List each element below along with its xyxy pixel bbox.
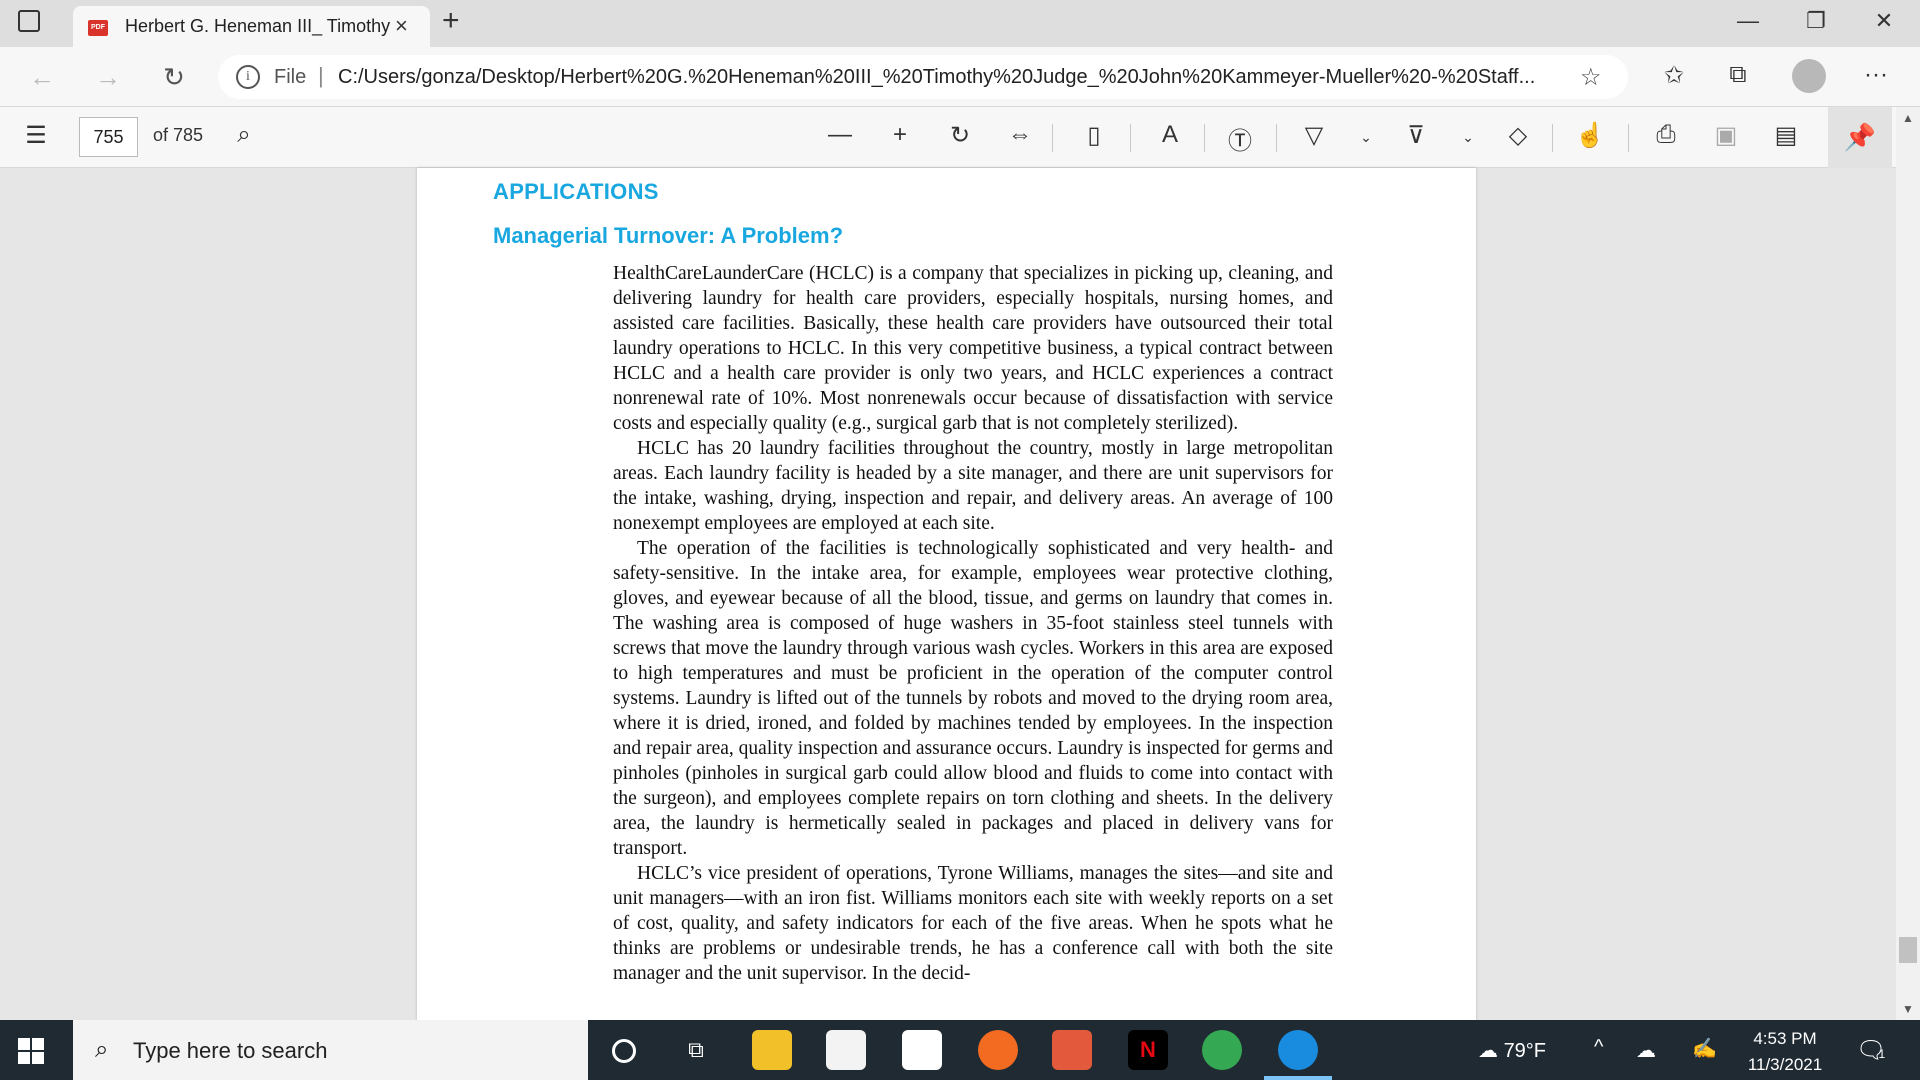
show-hidden-icons-icon[interactable]: ^ [1594, 1036, 1603, 1059]
find-icon[interactable]: ⌕ [224, 121, 264, 149]
notepad-icon[interactable] [902, 1030, 942, 1070]
fit-width-icon[interactable]: ⇔ [1000, 121, 1040, 149]
highlight-icon[interactable]: ⊽ [1396, 121, 1436, 150]
taskbar-search-box[interactable]: ⌕ Type here to search [73, 1020, 588, 1080]
pin-toolbar-icon[interactable]: 📌 [1828, 107, 1892, 168]
notification-count: 1 [1878, 1047, 1886, 1061]
forward-button[interactable]: → [90, 59, 126, 95]
case-title: Managerial Turnover: A Problem? [493, 223, 844, 248]
app-icon[interactable] [1052, 1030, 1092, 1070]
rotate-icon[interactable]: ↻ [940, 121, 980, 150]
toolbar-divider [1552, 124, 1553, 152]
vertical-scrollbar[interactable]: ▲ ▼ [1896, 107, 1920, 1020]
tab-title: Herbert G. Heneman III_ Timothy [125, 16, 391, 36]
zoom-in-icon[interactable]: + [880, 121, 920, 149]
save-as-icon[interactable]: ▤ [1766, 121, 1806, 150]
time: 4:53 PM [1753, 1029, 1817, 1048]
refresh-button[interactable]: ↻ [156, 59, 192, 95]
task-view-icon[interactable]: ⧉ [676, 1030, 716, 1070]
url-scheme: File [274, 66, 307, 88]
contents-icon[interactable]: ☰ [16, 121, 56, 150]
draw-icon[interactable]: ▽ [1294, 121, 1334, 150]
url-text[interactable]: C:/Users/gonza/Desktop/Herbert%20G.%20He… [338, 66, 1535, 89]
scroll-up-icon[interactable]: ▲ [1902, 111, 1914, 125]
address-bar-row: ← → ↻ i File | C:/Users/gonza/Desktop/He… [0, 47, 1920, 107]
toolbar-divider [1276, 124, 1277, 152]
read-aloud-icon[interactable]: A [1150, 121, 1190, 149]
scroll-thumb[interactable] [1899, 937, 1917, 963]
windows-start-icon[interactable] [18, 1038, 44, 1064]
page-view-icon[interactable]: ▯ [1074, 121, 1114, 150]
pdf-page: APPLICATIONS Managerial Turnover: A Prob… [417, 168, 1476, 1020]
erase-icon[interactable]: ◇ [1498, 121, 1538, 150]
store-icon[interactable] [826, 1030, 866, 1070]
weather-temp: 79°F [1503, 1040, 1547, 1062]
url-separator: | [318, 63, 324, 88]
netflix-icon[interactable]: N [1128, 1030, 1168, 1070]
case-body: HealthCareLaunderCare (HCLC) is a compan… [613, 261, 1333, 986]
pdf-icon: PDF [88, 20, 108, 36]
restore-button[interactable]: ❐ [1796, 8, 1836, 34]
active-app-indicator [1264, 1076, 1332, 1080]
favorites-icon[interactable]: ✩ [1656, 61, 1692, 90]
page-count: of 785 [153, 125, 204, 145]
page-number-input[interactable]: 755 [79, 117, 138, 157]
draw-options-chevron-icon[interactable]: ⌄ [1346, 129, 1386, 146]
weather-widget[interactable]: ☁ 79°F [1478, 1038, 1546, 1063]
back-button[interactable]: ← [24, 59, 60, 95]
date: 11/3/2021 [1747, 1055, 1823, 1074]
more-menu-icon[interactable]: ··· [1858, 61, 1894, 89]
taskbar: ⌕ Type here to search ⧉ N ☁ 79°F ^ ☁ ✍ 4… [0, 1020, 1920, 1080]
highlight-options-chevron-icon[interactable]: ⌄ [1448, 129, 1488, 146]
add-text-icon[interactable]: Ⓣ [1220, 121, 1260, 156]
toolbar-divider [1130, 124, 1131, 152]
zoom-out-icon[interactable]: — [820, 121, 860, 149]
add-favorite-icon[interactable]: ☆ [1580, 63, 1602, 92]
brave-icon[interactable] [978, 1030, 1018, 1070]
tab-close-button[interactable]: × [395, 13, 408, 39]
scroll-down-icon[interactable]: ▼ [1902, 1002, 1914, 1016]
tab-strip: PDF Herbert G. Heneman III_ Timothy × + … [0, 0, 1920, 47]
toolbar-divider [1052, 124, 1053, 152]
paragraph: HealthCareLaunderCare (HCLC) is a compan… [613, 263, 1333, 434]
paragraph: HCLC has 20 laundry facilities throughou… [613, 438, 1333, 534]
pdf-viewer: APPLICATIONS Managerial Turnover: A Prob… [0, 168, 1920, 1020]
new-tab-button[interactable]: + [442, 4, 460, 38]
clock[interactable]: 4:53 PM 11/3/2021 [1730, 1026, 1840, 1078]
profile-avatar[interactable] [1792, 59, 1826, 93]
search-icon: ⌕ [95, 1036, 109, 1063]
address-bar[interactable]: i File | C:/Users/gonza/Desktop/Herbert%… [218, 55, 1628, 99]
close-window-button[interactable]: ✕ [1864, 8, 1904, 34]
tab-pdf-document[interactable]: PDF Herbert G. Heneman III_ Timothy × [73, 6, 430, 47]
pen-icon[interactable]: ✍ [1692, 1036, 1717, 1061]
toolbar-divider [1204, 124, 1205, 152]
tab-actions-icon[interactable] [18, 10, 40, 32]
cortana-icon[interactable] [604, 1030, 644, 1070]
print-icon[interactable]: ⎙ [1646, 121, 1686, 149]
pdf-toolbar: ☰ 755 of 785 ⌕ — + ↻ ⇔ ▯ A Ⓣ ▽ ⌄ ⊽ ⌄ ◇ ☝… [0, 107, 1920, 168]
minimize-button[interactable]: — [1728, 8, 1768, 34]
onedrive-icon[interactable]: ☁ [1636, 1038, 1656, 1063]
info-icon[interactable]: i [236, 65, 260, 89]
file-explorer-icon[interactable] [752, 1030, 792, 1070]
paragraph: HCLC’s vice president of operations, Tyr… [613, 863, 1333, 984]
paragraph: The operation of the facilities is techn… [613, 538, 1333, 859]
edge-icon[interactable] [1278, 1030, 1318, 1070]
notification-center-icon[interactable]: 🗨1 [1856, 1036, 1886, 1065]
toolbar-divider [1628, 124, 1629, 152]
save-icon[interactable]: ▣ [1706, 121, 1746, 150]
search-placeholder: Type here to search [133, 1038, 328, 1063]
section-heading: APPLICATIONS [493, 179, 659, 204]
collections-icon[interactable]: ⧉ [1720, 61, 1756, 89]
chrome-icon[interactable] [1202, 1030, 1242, 1070]
touch-icon[interactable]: ☝ [1570, 121, 1610, 150]
